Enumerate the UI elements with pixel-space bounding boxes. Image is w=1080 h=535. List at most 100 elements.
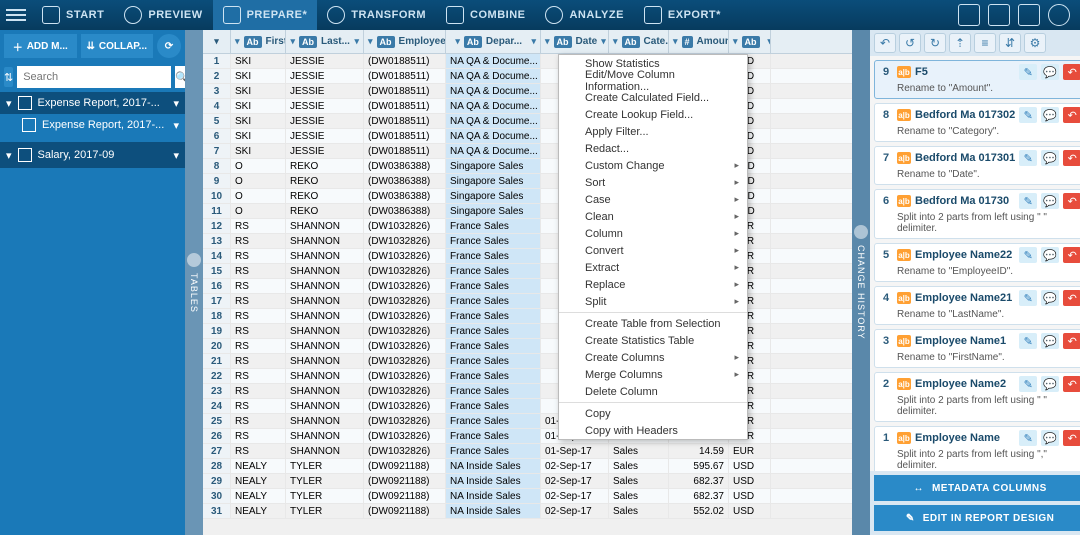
- history-prev-icon[interactable]: ↶: [874, 33, 896, 53]
- edit-icon[interactable]: ✎: [1019, 333, 1037, 349]
- book-icon[interactable]: [1018, 4, 1040, 26]
- nav-start[interactable]: START: [32, 0, 114, 30]
- comment-icon[interactable]: 💬: [1041, 107, 1059, 123]
- comment-icon[interactable]: 💬: [1041, 247, 1059, 263]
- menu-item[interactable]: Create Lookup Field...: [559, 106, 747, 123]
- table-row[interactable]: 25RSSHANNON(DW1032826)France Sales01-Sep…: [203, 414, 852, 429]
- table-row[interactable]: 28NEALYTYLER(DW0921188)NA Inside Sales02…: [203, 459, 852, 474]
- table-row[interactable]: 12RSSHANNON(DW1032826)France Sales71.12E…: [203, 219, 852, 234]
- comment-icon[interactable]: 💬: [1041, 290, 1059, 306]
- history-card[interactable]: 7a|bBedford Ma 017301✎💬↶Rename to "Date"…: [874, 146, 1080, 185]
- column-header[interactable]: ▾#Amount▾: [669, 30, 729, 53]
- edit-icon[interactable]: ✎: [1019, 107, 1037, 123]
- edit-icon[interactable]: ✎: [1019, 430, 1037, 446]
- search-input[interactable]: [17, 66, 171, 88]
- column-header[interactable]: ▾AbFirst...▾: [231, 30, 286, 53]
- history-filter-icon[interactable]: ≡: [974, 33, 996, 53]
- nav-export[interactable]: EXPORT*: [634, 0, 731, 30]
- info-icon[interactable]: [958, 4, 980, 26]
- table-row[interactable]: 31NEALYTYLER(DW0921188)NA Inside Sales02…: [203, 504, 852, 519]
- tree-item[interactable]: Expense Report, 2017-...▾: [0, 114, 185, 136]
- history-sort-icon[interactable]: ⇵: [999, 33, 1021, 53]
- history-card[interactable]: 8a|bBedford Ma 017302✎💬↶Rename to "Categ…: [874, 103, 1080, 142]
- edit-icon[interactable]: ✎: [1019, 247, 1037, 263]
- menu-item[interactable]: Create Statistics Table: [559, 332, 747, 349]
- table-row[interactable]: 6SKIJESSIE(DW0188511)NA QA & Docume...13…: [203, 129, 852, 144]
- revert-icon[interactable]: ↶: [1063, 376, 1080, 392]
- menu-item[interactable]: Create Calculated Field...: [559, 89, 747, 106]
- history-strip[interactable]: CHANGE HISTORY: [852, 30, 870, 535]
- edit-icon[interactable]: ✎: [1019, 290, 1037, 306]
- column-header[interactable]: ▾AbLast...▾: [286, 30, 364, 53]
- comment-icon[interactable]: 💬: [1041, 376, 1059, 392]
- table-row[interactable]: 10OREKO(DW0386388)Singapore Sales54.33SG…: [203, 189, 852, 204]
- table-row[interactable]: 21RSSHANNON(DW1032826)France Sales31.81E…: [203, 354, 852, 369]
- revert-icon[interactable]: ↶: [1063, 64, 1080, 80]
- table-row[interactable]: 5SKIJESSIE(DW0188511)NA QA & Docume...90…: [203, 114, 852, 129]
- table-row[interactable]: 20RSSHANNON(DW1032826)France Sales64.73E…: [203, 339, 852, 354]
- column-header[interactable]: ▾: [203, 30, 231, 53]
- table-row[interactable]: 4SKIJESSIE(DW0188511)NA QA & Docume...40…: [203, 99, 852, 114]
- history-up-icon[interactable]: ⇡: [949, 33, 971, 53]
- table-row[interactable]: 14RSSHANNON(DW1032826)France Sales22.43E…: [203, 249, 852, 264]
- table-row[interactable]: 3SKIJESSIE(DW0188511)NA QA & Docume...13…: [203, 84, 852, 99]
- nav-combine[interactable]: COMBINE: [436, 0, 535, 30]
- sort-icon[interactable]: ⇅: [4, 67, 13, 87]
- revert-icon[interactable]: ↶: [1063, 107, 1080, 123]
- history-card[interactable]: 9a|bF5✎💬↶Rename to "Amount".: [874, 60, 1080, 99]
- edit-icon[interactable]: ✎: [1019, 193, 1037, 209]
- menu-item[interactable]: Case▸: [559, 191, 747, 208]
- tree-item[interactable]: ▾Expense Report, 2017-...▾: [0, 92, 185, 114]
- table-row[interactable]: 27RSSHANNON(DW1032826)France Sales01-Sep…: [203, 444, 852, 459]
- revert-icon[interactable]: ↶: [1063, 150, 1080, 166]
- table-row[interactable]: 18RSSHANNON(DW1032826)France Sales84.73E…: [203, 309, 852, 324]
- nav-analyze[interactable]: ANALYZE: [535, 0, 633, 30]
- table-row[interactable]: 24RSSHANNON(DW1032826)France Sales13.52E…: [203, 399, 852, 414]
- table-row[interactable]: 13RSSHANNON(DW1032826)France Sales83.61E…: [203, 234, 852, 249]
- menu-item[interactable]: Merge Columns▸: [559, 366, 747, 383]
- revert-icon[interactable]: ↶: [1063, 193, 1080, 209]
- column-header[interactable]: ▾AbDepar...▾: [446, 30, 541, 53]
- table-row[interactable]: 29NEALYTYLER(DW0921188)NA Inside Sales02…: [203, 474, 852, 489]
- metadata-columns-button[interactable]: ↔METADATA COLUMNS: [874, 475, 1080, 501]
- menu-item[interactable]: Column▸: [559, 225, 747, 242]
- collapse-button[interactable]: ⇊ COLLAP...: [81, 34, 154, 58]
- history-card[interactable]: 5a|bEmployee Name22✎💬↶Rename to "Employe…: [874, 243, 1080, 282]
- table-row[interactable]: 8OREKO(DW0386388)Singapore Sales68.57SGD: [203, 159, 852, 174]
- history-card[interactable]: 2a|bEmployee Name2✎💬↶Split into 2 parts …: [874, 372, 1080, 422]
- menu-item[interactable]: Create Columns▸: [559, 349, 747, 366]
- table-row[interactable]: 22RSSHANNON(DW1032826)France Sales23.44E…: [203, 369, 852, 384]
- undo-icon[interactable]: ↺: [899, 33, 921, 53]
- refresh-icon[interactable]: ⟳: [157, 34, 181, 58]
- revert-icon[interactable]: ↶: [1063, 247, 1080, 263]
- menu-item[interactable]: Edit/Move Column Information...: [559, 72, 747, 89]
- menu-item[interactable]: Copy with Headers: [559, 422, 747, 439]
- redo-icon[interactable]: ↻: [924, 33, 946, 53]
- history-settings-icon[interactable]: ⚙: [1024, 33, 1046, 53]
- menu-item[interactable]: Extract▸: [559, 259, 747, 276]
- tree-item[interactable]: ▾Salary, 2017-09▾: [0, 142, 185, 168]
- column-header[interactable]: ▾AbCate...▾: [609, 30, 669, 53]
- comment-icon[interactable]: 💬: [1041, 64, 1059, 80]
- column-header[interactable]: ▾AbEmployeeID▾: [364, 30, 446, 53]
- table-row[interactable]: 23RSSHANNON(DW1032826)France Sales8.54EU…: [203, 384, 852, 399]
- revert-icon[interactable]: ↶: [1063, 430, 1080, 446]
- table-row[interactable]: 2SKIJESSIE(DW0188511)NA QA & Docume...30…: [203, 69, 852, 84]
- menu-item[interactable]: Custom Change▸: [559, 157, 747, 174]
- edit-report-design-button[interactable]: ✎EDIT IN REPORT DESIGN: [874, 505, 1080, 531]
- comment-icon[interactable]: 💬: [1041, 193, 1059, 209]
- hamburger-icon[interactable]: [6, 5, 26, 25]
- history-card[interactable]: 3a|bEmployee Name1✎💬↶Rename to "FirstNam…: [874, 329, 1080, 368]
- edit-icon[interactable]: ✎: [1019, 64, 1037, 80]
- menu-item[interactable]: Apply Filter...: [559, 123, 747, 140]
- nav-transform[interactable]: TRANSFORM: [317, 0, 436, 30]
- table-row[interactable]: 17RSSHANNON(DW1032826)France Sales22.37E…: [203, 294, 852, 309]
- menu-item[interactable]: Clean▸: [559, 208, 747, 225]
- column-header[interactable]: ▾Ab▾: [729, 30, 771, 53]
- history-card[interactable]: 6a|bBedford Ma 01730✎💬↶Split into 2 part…: [874, 189, 1080, 239]
- revert-icon[interactable]: ↶: [1063, 333, 1080, 349]
- menu-item[interactable]: Delete Column: [559, 383, 747, 400]
- menu-item[interactable]: Replace▸: [559, 276, 747, 293]
- table-row[interactable]: 30NEALYTYLER(DW0921188)NA Inside Sales02…: [203, 489, 852, 504]
- nav-prepare[interactable]: PREPARE*: [213, 0, 318, 30]
